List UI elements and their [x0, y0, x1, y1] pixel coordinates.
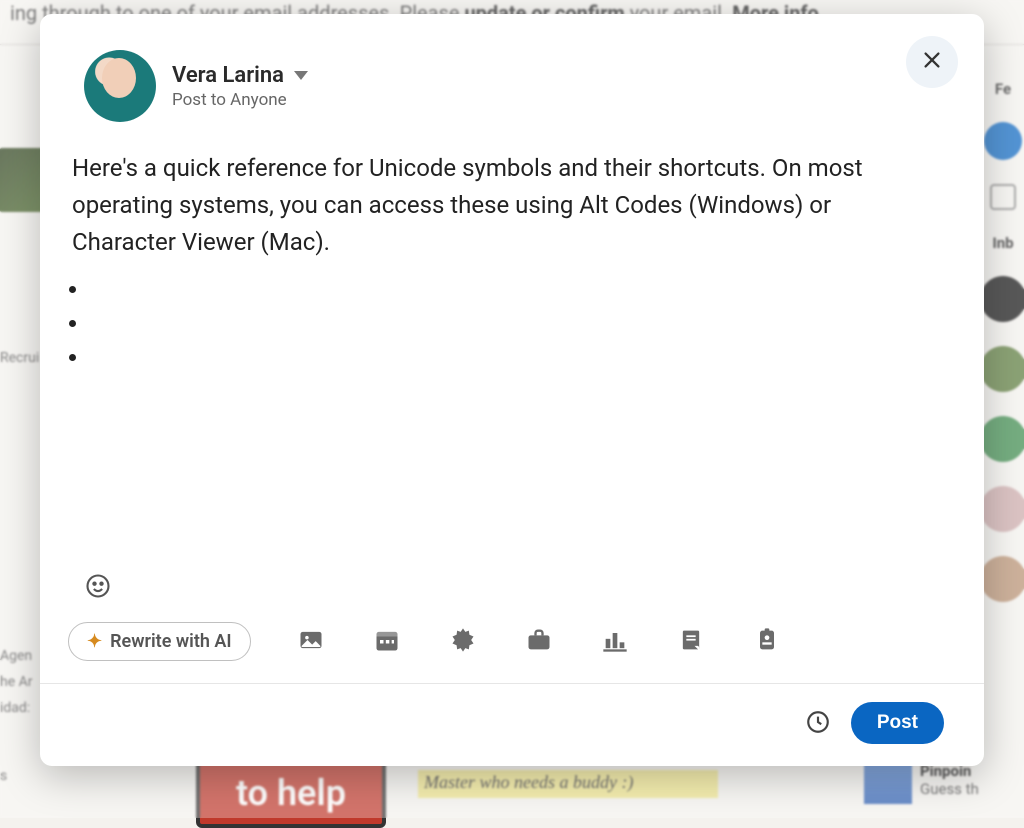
close-icon [921, 49, 943, 75]
rewrite-label: Rewrite with AI [110, 631, 232, 652]
author-row: Vera Larina Post to Anyone [40, 14, 984, 132]
add-document-button[interactable] [675, 626, 707, 658]
audience-selector[interactable]: Vera Larina [172, 63, 308, 88]
avatar [84, 50, 156, 122]
poll-icon [601, 626, 629, 658]
chevron-down-icon [294, 71, 308, 80]
celebrate-button[interactable] [447, 626, 479, 658]
post-paragraph: Here's a quick reference for Unicode sym… [72, 150, 940, 262]
create-post-modal: Vera Larina Post to Anyone Here's a quic… [40, 14, 984, 766]
create-poll-button[interactable] [599, 626, 631, 658]
clock-icon [805, 720, 831, 739]
emoji-button[interactable] [84, 572, 940, 604]
list-item [90, 338, 940, 366]
audience-label: Post to Anyone [172, 90, 308, 110]
modal-footer: Post [40, 684, 984, 766]
starburst-icon [449, 626, 477, 658]
post-editor[interactable]: Here's a quick reference for Unicode sym… [40, 132, 984, 572]
add-event-button[interactable] [371, 626, 403, 658]
calendar-icon [373, 626, 401, 658]
briefcase-icon [525, 626, 553, 658]
id-badge-icon [753, 626, 781, 658]
list-item [90, 304, 940, 332]
add-hiring-button[interactable] [751, 626, 783, 658]
post-button[interactable]: Post [851, 702, 944, 744]
list-item [90, 270, 940, 298]
toolbar: ✦ Rewrite with AI [40, 614, 984, 684]
document-icon [677, 626, 705, 658]
schedule-button[interactable] [805, 709, 833, 737]
rewrite-with-ai-button[interactable]: ✦ Rewrite with AI [68, 622, 251, 661]
add-media-button[interactable] [295, 626, 327, 658]
emoji-icon [84, 585, 112, 604]
image-icon [297, 626, 325, 658]
author-name: Vera Larina [172, 63, 284, 88]
post-bullet-list [90, 270, 940, 366]
add-job-button[interactable] [523, 626, 555, 658]
sparkle-icon: ✦ [87, 631, 102, 652]
close-button[interactable] [906, 36, 958, 88]
